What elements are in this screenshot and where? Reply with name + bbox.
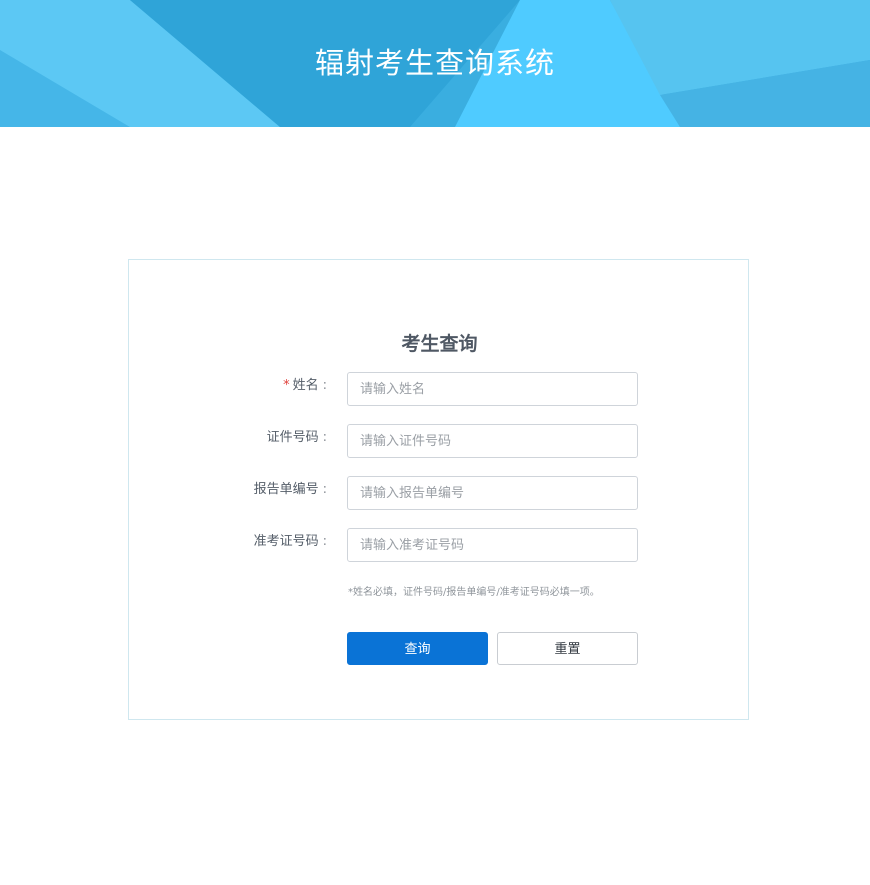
field-label-report-number: 报告单编号: (253, 482, 327, 497)
form-title: 考生查询 (401, 333, 478, 355)
field-label-name: * 姓名: (283, 378, 327, 393)
page-title: 辐射考生查询系统 (314, 46, 555, 80)
form-row-admission-number: 准考证号码: (129, 528, 750, 562)
query-button[interactable]: 查询 (347, 632, 488, 665)
reset-button[interactable]: 重置 (497, 632, 638, 665)
name-input[interactable] (347, 372, 638, 406)
form-row-id-number: 证件号码: (129, 424, 750, 458)
field-label-id-number: 证件号码: (266, 430, 327, 445)
form-row-name: * 姓名: (129, 372, 750, 406)
admission-number-input[interactable] (347, 528, 638, 562)
report-number-input[interactable] (347, 476, 638, 510)
header-banner: 辐射考生查询系统 (0, 0, 870, 127)
form-row-report-number: 报告单编号: (129, 476, 750, 510)
form-hint: *姓名必填，证件号码/报告单编号/准考证号码必填一项。 (348, 587, 600, 598)
query-form-card: 考生查询 *姓名: 证件号码: 报告单编号: 准考证号码: *姓名必填，证件号码… (128, 259, 749, 720)
id-number-input[interactable] (347, 424, 638, 458)
field-label-admission-number: 准考证号码: (253, 534, 327, 549)
required-mark: * (283, 378, 290, 393)
